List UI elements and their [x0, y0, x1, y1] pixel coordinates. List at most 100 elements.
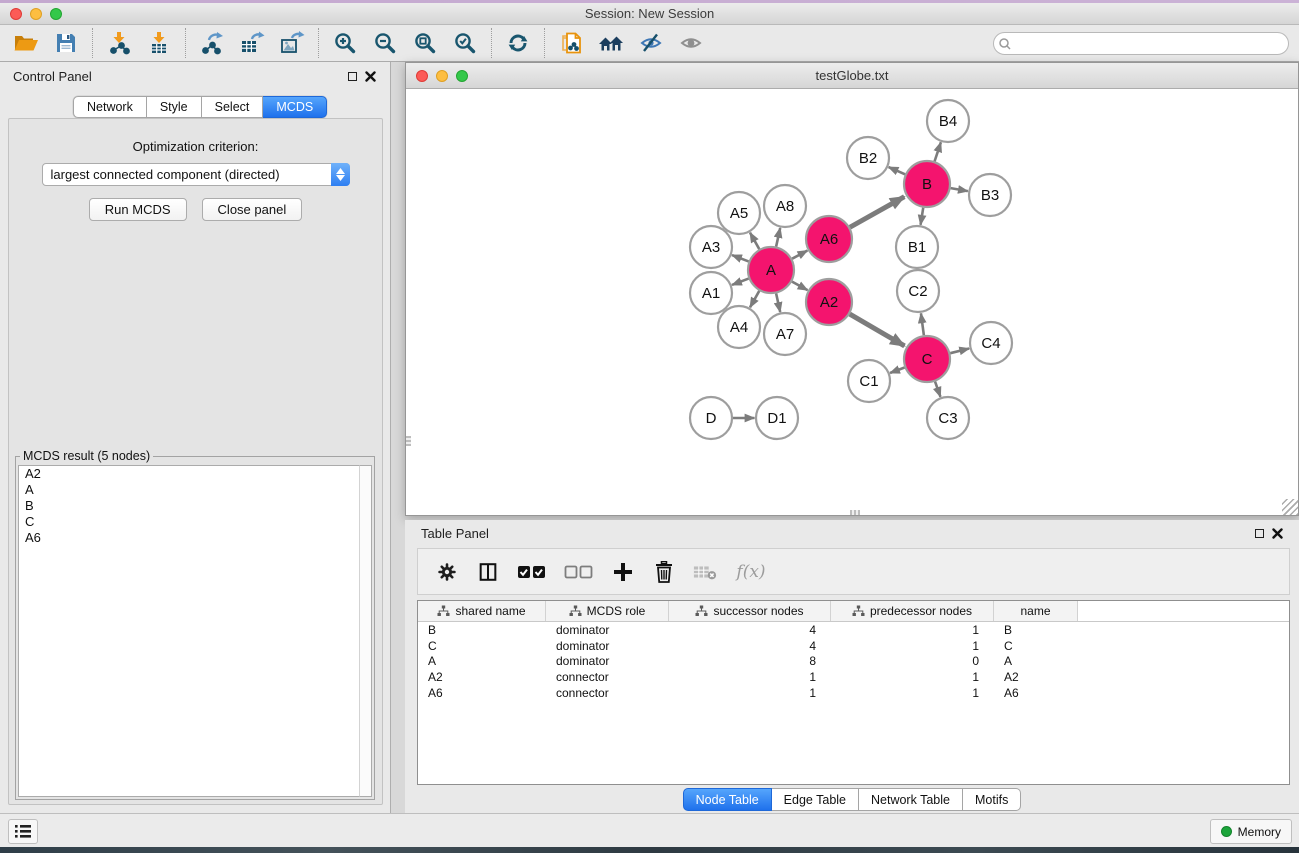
mcds-result-list[interactable]: A2ABCA6: [18, 465, 359, 797]
column-header-predecessor-nodes[interactable]: predecessor nodes: [831, 601, 994, 621]
tab-select[interactable]: Select: [202, 96, 264, 118]
cell-predecessor-nodes[interactable]: 1: [831, 686, 994, 700]
graph-edge-A-A4[interactable]: [750, 291, 759, 307]
search-field[interactable]: [993, 32, 1289, 55]
cell-MCDS-role[interactable]: dominator: [546, 623, 669, 637]
graph-node-B1[interactable]: B1: [896, 226, 938, 268]
add-column-icon[interactable]: [611, 560, 635, 584]
export-image-icon[interactable]: [272, 27, 312, 59]
graph-node-C3[interactable]: C3: [927, 397, 969, 439]
zoom-in-icon[interactable]: [325, 27, 365, 59]
graph-edge-A-A6[interactable]: [792, 251, 807, 259]
graph-node-A8[interactable]: A8: [764, 185, 806, 227]
graph-node-B[interactable]: B: [904, 161, 950, 207]
home-icon[interactable]: [591, 27, 631, 59]
graph-node-A4[interactable]: A4: [718, 306, 760, 348]
select-all-checkboxes-icon[interactable]: [517, 560, 547, 584]
float-table-panel-icon[interactable]: [1250, 525, 1268, 541]
column-header-successor-nodes[interactable]: successor nodes: [669, 601, 831, 621]
graph-node-A3[interactable]: A3: [690, 226, 732, 268]
graph-edge-A-A3[interactable]: [732, 255, 749, 261]
cell-name[interactable]: A6: [994, 686, 1078, 700]
cell-MCDS-role[interactable]: dominator: [546, 654, 669, 668]
canvas-bottom-grip[interactable]: [850, 510, 860, 515]
graph-edge-A-A2[interactable]: [792, 282, 808, 291]
graph-edge-B-B3[interactable]: [951, 188, 968, 191]
graph-node-A7[interactable]: A7: [764, 313, 806, 355]
table-row[interactable]: Bdominator41B: [418, 622, 1289, 638]
table-row[interactable]: Adominator80A: [418, 654, 1289, 670]
graph-edge-C-C4[interactable]: [950, 348, 969, 353]
cell-predecessor-nodes[interactable]: 1: [831, 639, 994, 653]
cell-predecessor-nodes[interactable]: 0: [831, 654, 994, 668]
import-table-icon[interactable]: [139, 27, 179, 59]
apply-layout-icon[interactable]: [498, 27, 538, 59]
tab-mcds[interactable]: MCDS: [263, 96, 327, 118]
export-table-icon[interactable]: [232, 27, 272, 59]
mcds-result-item[interactable]: B: [19, 498, 359, 514]
export-network-icon[interactable]: [192, 27, 232, 59]
panel-columns-icon[interactable]: [476, 560, 500, 584]
close-window-button[interactable]: [10, 8, 22, 20]
table-row[interactable]: Cdominator41C: [418, 638, 1289, 654]
save-session-icon[interactable]: [46, 27, 86, 59]
table-settings-icon[interactable]: [435, 560, 459, 584]
cell-name[interactable]: A: [994, 654, 1078, 668]
tab-network[interactable]: Network: [73, 96, 147, 118]
graph-edge-A-A7[interactable]: [776, 293, 780, 312]
search-input[interactable]: [1016, 37, 1288, 51]
close-panel-icon[interactable]: [361, 68, 379, 84]
graph-edge-A-A8[interactable]: [776, 228, 780, 247]
column-header-MCDS-role[interactable]: MCDS role: [546, 601, 669, 621]
import-network-icon[interactable]: [99, 27, 139, 59]
optimization-criterion-select[interactable]: largest connected component (directed): [42, 163, 350, 186]
graph-node-D[interactable]: D: [690, 397, 732, 439]
table-tab-network-table[interactable]: Network Table: [859, 788, 963, 811]
graph-edge-B-B4[interactable]: [935, 142, 941, 161]
table-tab-node-table[interactable]: Node Table: [683, 788, 772, 811]
cell-shared-name[interactable]: A2: [418, 670, 546, 684]
canvas-left-grip[interactable]: [406, 436, 411, 446]
graph-node-A5[interactable]: A5: [718, 192, 760, 234]
tab-style[interactable]: Style: [147, 96, 202, 118]
graph-node-A1[interactable]: A1: [690, 272, 732, 314]
table-tab-edge-table[interactable]: Edge Table: [772, 788, 859, 811]
graph-node-A[interactable]: A: [748, 247, 794, 293]
memory-button[interactable]: Memory: [1210, 819, 1292, 844]
float-panel-icon[interactable]: [343, 68, 361, 84]
mcds-result-item[interactable]: A: [19, 482, 359, 498]
cell-name[interactable]: B: [994, 623, 1078, 637]
network-from-file-icon[interactable]: [551, 27, 591, 59]
cell-MCDS-role[interactable]: connector: [546, 670, 669, 684]
delete-column-icon[interactable]: [652, 560, 676, 584]
mcds-result-item[interactable]: A6: [19, 530, 359, 546]
graph-edge-C-C1[interactable]: [890, 368, 905, 374]
cell-shared-name[interactable]: B: [418, 623, 546, 637]
delete-table-icon[interactable]: [693, 560, 717, 584]
graph-node-B2[interactable]: B2: [847, 137, 889, 179]
table-tab-motifs[interactable]: Motifs: [963, 788, 1021, 811]
hide-panels-icon[interactable]: [631, 27, 671, 59]
cell-shared-name[interactable]: A: [418, 654, 546, 668]
column-header-shared-name[interactable]: shared name: [418, 601, 546, 621]
graph-node-C2[interactable]: C2: [897, 270, 939, 312]
graph-node-D1[interactable]: D1: [756, 397, 798, 439]
cell-successor-nodes[interactable]: 1: [669, 686, 831, 700]
graph-node-A6[interactable]: A6: [806, 216, 852, 262]
graph-node-C4[interactable]: C4: [970, 322, 1012, 364]
graph-node-C1[interactable]: C1: [848, 360, 890, 402]
task-history-button[interactable]: [8, 819, 38, 844]
run-mcds-button[interactable]: Run MCDS: [89, 198, 187, 221]
mcds-result-item[interactable]: C: [19, 514, 359, 530]
mcds-result-item[interactable]: A2: [19, 466, 359, 482]
graph-edge-B-B1[interactable]: [921, 208, 924, 225]
cell-MCDS-role[interactable]: dominator: [546, 639, 669, 653]
cell-name[interactable]: C: [994, 639, 1078, 653]
cell-successor-nodes[interactable]: 8: [669, 654, 831, 668]
cell-successor-nodes[interactable]: 4: [669, 639, 831, 653]
cell-shared-name[interactable]: C: [418, 639, 546, 653]
open-session-icon[interactable]: [6, 27, 46, 59]
close-panel-button[interactable]: Close panel: [202, 198, 303, 221]
graph-edge-C-C2[interactable]: [921, 313, 924, 335]
graph-edge-A2-C[interactable]: [850, 314, 905, 346]
